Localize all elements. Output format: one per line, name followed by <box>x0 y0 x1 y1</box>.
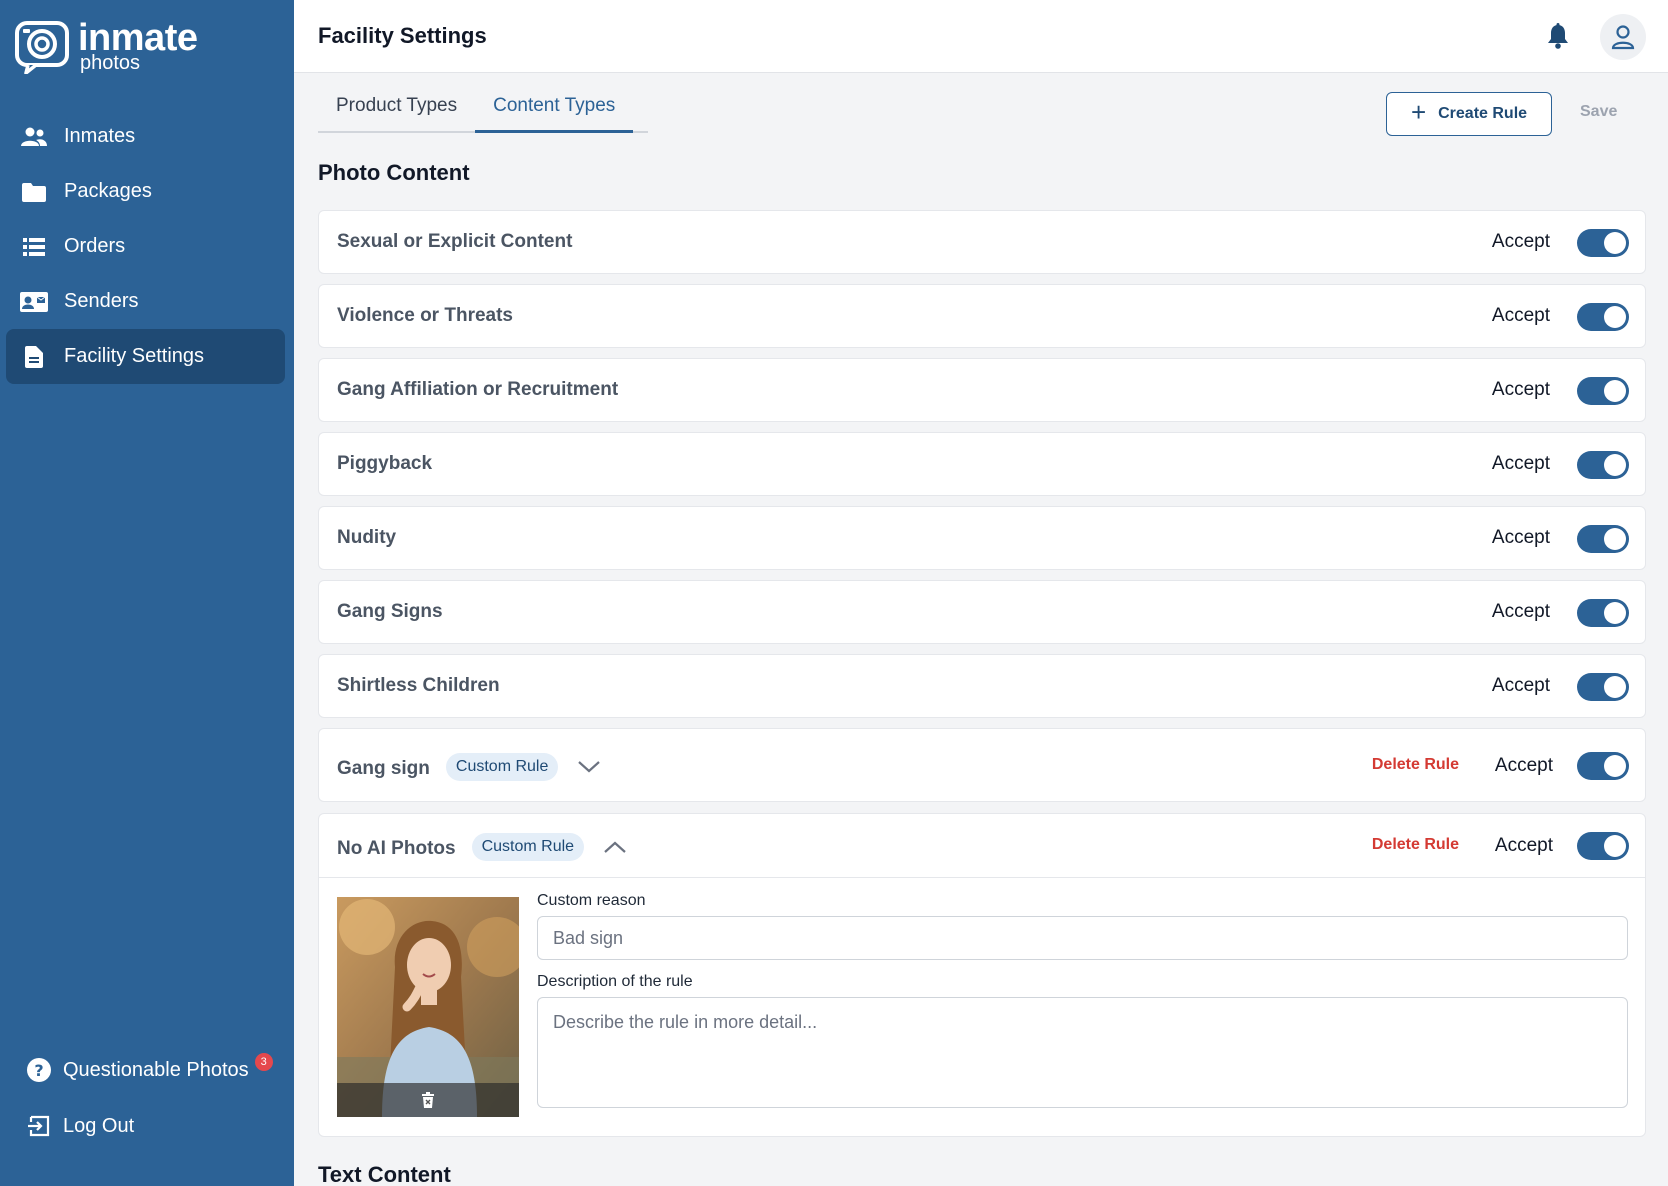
description-label: Description of the rule <box>537 973 693 990</box>
sidebar-item-inmates[interactable]: Inmates <box>6 109 285 164</box>
sidebar-item-log-out[interactable]: Log Out <box>20 1098 280 1154</box>
question-circle-icon: ? <box>25 1056 53 1084</box>
create-rule-button[interactable]: + Create Rule <box>1386 92 1552 136</box>
rule-row: Gang Affiliation or Recruitment Accept <box>318 358 1646 422</box>
rule-status: Accept <box>1491 675 1550 696</box>
example-photo <box>337 897 519 1117</box>
list-icon <box>20 233 48 261</box>
sidebar-item-packages[interactable]: Packages <box>6 164 285 219</box>
folder-icon <box>20 178 48 206</box>
logout-icon <box>25 1112 53 1140</box>
rule-name: Piggyback <box>337 453 433 474</box>
sidebar-item-facility-settings[interactable]: Facility Settings <box>6 329 285 384</box>
custom-rule-header: No AI Photos Custom Rule Delete Rule Acce… <box>319 814 1645 878</box>
app-logo[interactable]: inmate photos <box>14 18 198 74</box>
delete-image-icon[interactable] <box>421 1092 435 1108</box>
photo-actions-bar <box>337 1083 519 1117</box>
users-icon <box>20 123 48 151</box>
rule-name: Gang Signs <box>337 601 443 622</box>
sidebar-item-label: Facility Settings <box>64 345 205 367</box>
tab-content-types[interactable]: Content Types <box>475 95 634 133</box>
rule-name: No AI Photos <box>337 838 456 860</box>
delete-rule-button[interactable]: Delete Rule <box>1372 756 1459 774</box>
sidebar: inmate photos Inmates Packages Orders Se… <box>0 0 294 1186</box>
contact-card-icon <box>20 288 48 316</box>
rule-name: Nudity <box>337 527 397 548</box>
sidebar-item-label: Log Out <box>63 1114 135 1137</box>
accept-toggle[interactable] <box>1577 832 1629 860</box>
rule-status: Accept <box>1491 527 1550 548</box>
rule-status: Accept <box>1491 231 1550 252</box>
sidebar-item-orders[interactable]: Orders <box>6 219 285 274</box>
rule-status: Accept <box>1494 755 1553 776</box>
custom-rule-tag: Custom Rule <box>445 753 559 781</box>
rule-row: Piggyback Accept <box>318 432 1646 496</box>
chevron-up-icon[interactable] <box>600 837 630 857</box>
description-textarea[interactable]: Describe the rule in more detail... <box>537 997 1628 1108</box>
accept-toggle[interactable] <box>1577 377 1629 405</box>
sidebar-item-questionable-photos[interactable]: ? Questionable Photos 3 <box>20 1042 280 1098</box>
document-icon <box>20 343 48 371</box>
svg-text:?: ? <box>34 1061 43 1080</box>
rule-name: Violence or Threats <box>337 305 513 326</box>
accept-toggle[interactable] <box>1577 303 1629 331</box>
sidebar-nav: Inmates Packages Orders Senders Facility… <box>6 109 285 384</box>
custom-rule-expanded: No AI Photos Custom Rule Delete Rule Acce… <box>318 813 1646 1137</box>
rule-status: Accept <box>1491 601 1550 622</box>
sidebar-item-label: Senders <box>64 290 139 312</box>
top-header: Facility Settings <box>294 0 1668 73</box>
sidebar-item-senders[interactable]: Senders <box>6 274 285 329</box>
rule-status: Accept <box>1491 305 1550 326</box>
notification-badge: 3 <box>254 1053 273 1071</box>
accept-toggle[interactable] <box>1577 673 1629 701</box>
rule-row: Gang Signs Accept <box>318 580 1646 644</box>
accept-toggle[interactable] <box>1577 229 1629 257</box>
accept-toggle[interactable] <box>1577 451 1629 479</box>
rule-name: Gang sign <box>337 758 430 780</box>
accept-toggle[interactable] <box>1577 525 1629 553</box>
rule-row: Shirtless Children Accept <box>318 654 1646 718</box>
tab-product-types[interactable]: Product Types <box>318 95 475 133</box>
plus-icon: + <box>1410 97 1427 127</box>
rule-name: Gang Affiliation or Recruitment <box>337 379 619 400</box>
accept-toggle[interactable] <box>1577 599 1629 627</box>
custom-rule-row: Gang sign Custom Rule Delete Rule Accept <box>318 728 1646 802</box>
rule-status: Accept <box>1494 835 1553 856</box>
rule-row: Violence or Threats Accept <box>318 284 1646 348</box>
text-content-heading: Text Content <box>318 1162 451 1186</box>
custom-reason-value: Bad sign <box>553 927 624 948</box>
rule-status: Accept <box>1491 453 1550 474</box>
create-rule-label: Create Rule <box>1438 105 1528 122</box>
rule-name-group: Gang sign Custom Rule <box>337 753 604 783</box>
sidebar-item-label: Questionable Photos <box>63 1058 249 1081</box>
user-avatar[interactable] <box>1600 14 1646 60</box>
camera-logo-icon <box>15 21 69 74</box>
accept-toggle[interactable] <box>1577 752 1629 780</box>
photo-content-heading: Photo Content <box>318 160 470 185</box>
sidebar-item-label: Inmates <box>64 125 136 147</box>
custom-reason-label: Custom reason <box>537 892 646 909</box>
delete-rule-button[interactable]: Delete Rule <box>1372 836 1459 854</box>
save-button[interactable]: Save <box>1580 103 1617 121</box>
bell-icon[interactable] <box>1544 22 1572 50</box>
page-title: Facility Settings <box>318 23 487 48</box>
sidebar-item-label: Packages <box>64 180 152 202</box>
rule-name: Sexual or Explicit Content <box>337 231 573 252</box>
chevron-down-icon[interactable] <box>574 757 604 777</box>
user-icon <box>1611 25 1635 50</box>
custom-reason-input[interactable]: Bad sign <box>537 916 1628 960</box>
custom-rule-tag: Custom Rule <box>471 833 585 861</box>
description-placeholder: Describe the rule in more detail... <box>553 1012 818 1032</box>
sidebar-footer: ? Questionable Photos 3 Log Out <box>20 1042 280 1154</box>
sidebar-item-label: Orders <box>64 235 126 257</box>
rule-row: Sexual or Explicit Content Accept <box>318 210 1646 274</box>
rule-name: Shirtless Children <box>337 675 500 696</box>
rule-name-group: No AI Photos Custom Rule <box>337 833 630 863</box>
rule-status: Accept <box>1491 379 1550 400</box>
rule-row: Nudity Accept <box>318 506 1646 570</box>
settings-tabs: Product Types Content Types <box>318 95 648 133</box>
